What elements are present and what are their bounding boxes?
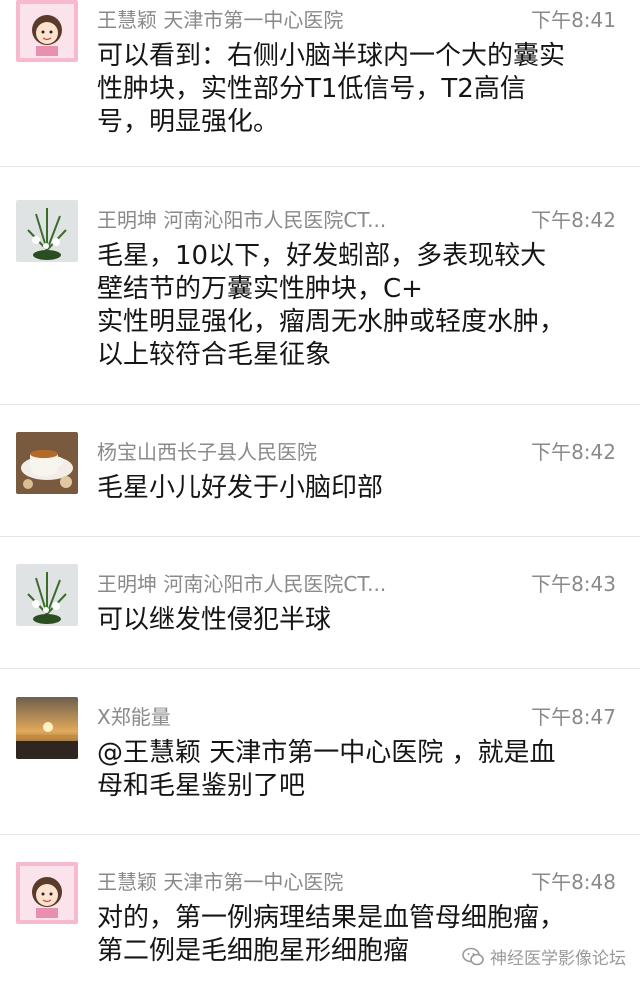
watermark-text: 神经医学影像论坛 — [490, 949, 626, 969]
message-content: 毛星，10以下，好发蚓部，多表现较大 壁结节的万囊实性肿块，C+ 实性明显强化，… — [97, 240, 620, 372]
message-line: 毛星，10以下，好发蚓部，多表现较大 — [97, 241, 547, 271]
sender-name[interactable]: 王慧颖 天津市第一中心医院 — [97, 4, 343, 33]
cartoon-girl-avatar[interactable] — [16, 0, 78, 62]
chat-message: 王明坤 河南沁阳市人民医院CT... 下午8:42 毛星，10以下，好发蚓部，多… — [0, 200, 640, 405]
message-line: 可以看到：右侧小脑半球内一个大的囊实 — [97, 41, 566, 71]
cartoon-girl-avatar[interactable] — [16, 862, 78, 924]
message-content: 毛星小儿好发于小脑印部 — [97, 472, 620, 505]
message-line: 壁结节的万囊实性肿块，C+ — [97, 274, 423, 304]
message-line: 毛星小儿好发于小脑印部 — [97, 473, 384, 503]
message-time: 下午8:48 — [531, 870, 616, 894]
sender-name[interactable]: 王慧颖 天津市第一中心医院 — [97, 866, 343, 895]
chat-history-screen: 王慧颖 天津市第一中心医院 下午8:41 可以看到：右侧小脑半球内一个大的囊实 … — [0, 0, 640, 985]
message-line: 母和毛星鉴别了吧 — [97, 771, 306, 801]
tea-cup-avatar[interactable] — [16, 432, 78, 494]
watermark: 神经医学影像论坛 — [462, 944, 626, 969]
message-time: 下午8:42 — [531, 208, 616, 232]
sender-name[interactable]: 杨宝山西长子县人民医院 — [97, 436, 317, 465]
message-line: @王慧颖 天津市第一中心医院 ，就是血 — [97, 738, 556, 768]
chat-message: X郑能量 下午8:47 @王慧颖 天津市第一中心医院 ，就是血 母和毛星鉴别了吧 — [0, 697, 640, 835]
wechat-official-account-icon — [462, 947, 484, 967]
message-line: 以上较符合毛星征象 — [97, 340, 332, 370]
message-line: 对的，第一例病理结果是血管母细胞瘤， — [97, 903, 566, 933]
message-time: 下午8:41 — [531, 8, 616, 32]
sender-name[interactable]: 王明坤 河南沁阳市人民医院CT... — [97, 568, 386, 597]
message-time: 下午8:47 — [531, 705, 616, 729]
chat-message: 杨宝山西长子县人民医院 下午8:42 毛星小儿好发于小脑印部 — [0, 432, 640, 537]
sunset-beach-avatar[interactable] — [16, 697, 78, 759]
message-line: 实性明显强化，瘤周无水肿或轻度水肿， — [97, 307, 566, 337]
message-line: 可以继发性侵犯半球 — [97, 605, 332, 635]
sender-name[interactable]: 王明坤 河南沁阳市人民医院CT... — [97, 204, 386, 233]
sender-name[interactable]: X郑能量 — [97, 701, 171, 730]
message-content: 可以继发性侵犯半球 — [97, 604, 620, 637]
flower-pot-avatar[interactable] — [16, 564, 78, 626]
message-time: 下午8:43 — [531, 572, 616, 596]
chat-message: 王明坤 河南沁阳市人民医院CT... 下午8:43 可以继发性侵犯半球 — [0, 564, 640, 669]
message-content: 可以看到：右侧小脑半球内一个大的囊实 性肿块，实性部分T1低信号，T2高信 号，… — [97, 40, 620, 139]
chat-message: 王慧颖 天津市第一中心医院 下午8:41 可以看到：右侧小脑半球内一个大的囊实 … — [0, 0, 640, 167]
message-time: 下午8:42 — [531, 440, 616, 464]
flower-pot-avatar[interactable] — [16, 200, 78, 262]
message-content: @王慧颖 天津市第一中心医院 ，就是血 母和毛星鉴别了吧 — [97, 737, 620, 803]
message-line: 性肿块，实性部分T1低信号，T2高信 — [97, 74, 526, 104]
message-line: 号，明显强化。 — [97, 107, 280, 137]
